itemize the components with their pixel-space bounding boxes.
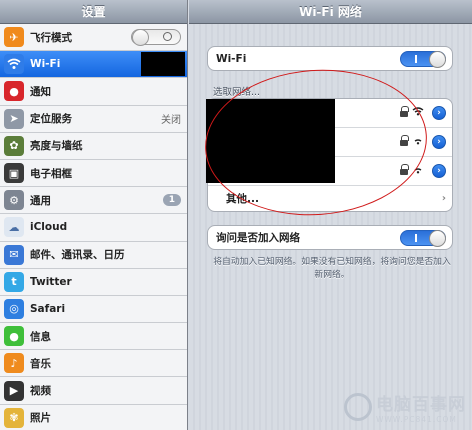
sidebar-title: 设置	[81, 5, 106, 19]
chevron-right-icon: ›	[441, 193, 446, 204]
sidebar-item-label: 视频	[30, 385, 51, 398]
sidebar-item-picture-frame[interactable]: ▣ 电子相框	[0, 159, 187, 188]
watermark: 电脑百事网 WWW.PC841.COM	[344, 390, 466, 424]
sidebar-item-messages[interactable]: ● 信息	[0, 323, 187, 351]
wifi-toggle-group: Wi-Fi	[207, 46, 453, 71]
safari-icon: ◎	[4, 298, 24, 319]
sidebar-item-photos[interactable]: ✾ 照片	[0, 404, 187, 430]
ask-to-join-group: 询问是否加入网络	[207, 225, 453, 250]
toggle-off-mark	[163, 32, 172, 42]
wifi-toggle[interactable]	[400, 50, 446, 68]
sidebar-item-twitter[interactable]: t Twitter	[0, 268, 187, 296]
sidebar-item-video[interactable]: ▶ 视频	[0, 377, 187, 405]
location-services-value: 关闭	[161, 115, 181, 127]
sidebar-item-wifi[interactable]: Wi-Fi	[0, 51, 187, 79]
toggle-on-mark	[415, 54, 417, 63]
watermark-logo-icon	[344, 393, 372, 421]
sidebar-item-icloud[interactable]: ☁ iCloud	[0, 214, 187, 242]
sidebar-item-label: Safari	[30, 302, 66, 315]
sidebar-list: ✈ 飞行模式 Wi-Fi ● 通知 ➤ 定位服务 关闭 ✿ 亮度与墙纸 ▣ 电子…	[0, 24, 187, 430]
sidebar-item-label: 通用	[30, 194, 51, 207]
settings-sidebar: 设置 ✈ 飞行模式 Wi-Fi ● 通知 ➤ 定位服务 关闭 ✿ 亮度与墙纸 ▣…	[0, 0, 188, 430]
page-title: Wi-Fi 网络	[299, 5, 362, 19]
sidebar-item-music[interactable]: ♪ 音乐	[0, 350, 187, 378]
toggle-knob	[429, 229, 446, 247]
sidebar-item-label: 信息	[30, 330, 51, 343]
ask-to-join-toggle[interactable]	[400, 229, 446, 247]
airplane-mode-toggle[interactable]	[131, 29, 181, 47]
ask-to-join-label: 询问是否加入网络	[216, 232, 300, 244]
network-detail-button[interactable]: ›	[432, 106, 446, 120]
network-detail-button[interactable]: ›	[432, 135, 446, 149]
sidebar-item-location-services[interactable]: ➤ 定位服务 关闭	[0, 105, 187, 133]
sidebar-item-safari[interactable]: ◎ Safari	[0, 295, 187, 324]
ask-to-join-caption: 将自动加入已知网络。如果没有已知网络，将询问您是否加入新网络。	[213, 257, 451, 280]
sidebar-item-label: 定位服务	[30, 113, 72, 126]
update-badge: 1	[162, 194, 181, 207]
ask-to-join-row: 询问是否加入网络	[208, 226, 452, 249]
cloud-icon: ☁	[4, 217, 24, 238]
sidebar-item-label: 飞行模式	[30, 31, 72, 44]
main-nav-bar: Wi-Fi 网络	[189, 0, 472, 24]
wifi-label: Wi-Fi	[216, 52, 247, 65]
sidebar-item-notifications[interactable]: ● 通知	[0, 78, 187, 106]
toggle-on-mark	[415, 233, 417, 242]
music-icon: ♪	[4, 353, 24, 374]
watermark-text: 电脑百事网 WWW.PC841.COM	[376, 390, 466, 424]
sidebar-nav-bar: 设置	[0, 0, 187, 24]
toggle-knob	[429, 50, 446, 68]
gear-icon: ⚙	[4, 190, 24, 211]
wifi-icon	[4, 54, 24, 75]
toggle-knob	[132, 29, 149, 47]
sidebar-item-label: 邮件、通讯录、日历	[30, 249, 125, 262]
location-icon: ➤	[4, 108, 24, 129]
sidebar-item-label: 音乐	[30, 357, 51, 370]
picture-frame-icon: ▣	[4, 163, 24, 184]
notifications-icon: ●	[4, 81, 24, 102]
sidebar-item-label: iCloud	[30, 221, 68, 234]
mail-icon: ✉	[4, 244, 24, 265]
photos-icon: ✾	[4, 407, 24, 428]
sidebar-item-airplane-mode[interactable]: ✈ 飞行模式	[0, 24, 187, 52]
sidebar-item-label: 电子相框	[30, 167, 72, 180]
airplane-icon: ✈	[4, 27, 24, 48]
brightness-icon: ✿	[4, 135, 24, 156]
watermark-cn: 电脑百事网	[376, 395, 466, 415]
network-detail-button[interactable]: ›	[432, 164, 446, 178]
sidebar-item-mail-contacts-calendars[interactable]: ✉ 邮件、通讯录、日历	[0, 241, 187, 269]
wifi-row: Wi-Fi	[208, 47, 452, 70]
sidebar-item-label: 通知	[30, 85, 51, 98]
sidebar-item-label: Twitter	[30, 275, 72, 288]
watermark-en: WWW.PC841.COM	[376, 415, 457, 424]
sidebar-item-general[interactable]: ⚙ 通用 1	[0, 187, 187, 215]
twitter-icon: t	[4, 271, 24, 292]
redacted-network-name	[141, 52, 185, 77]
messages-icon: ●	[4, 326, 24, 347]
sidebar-item-brightness-wallpaper[interactable]: ✿ 亮度与墙纸	[0, 132, 187, 160]
sidebar-item-label: 亮度与墙纸	[30, 140, 83, 153]
sidebar-item-label: 照片	[30, 412, 51, 425]
video-icon: ▶	[4, 380, 24, 401]
